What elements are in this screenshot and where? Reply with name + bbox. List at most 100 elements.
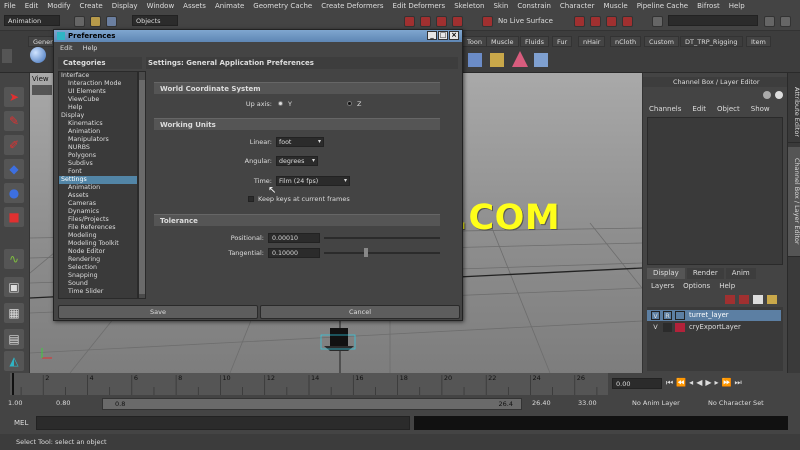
tangential-field[interactable]: 0.10000 [268, 248, 320, 258]
category-item[interactable]: ViewCube [59, 96, 137, 104]
menu-pipeline-cache[interactable]: Pipeline Cache [637, 2, 688, 10]
category-item[interactable]: Settings [59, 176, 137, 184]
character-set-dropdown[interactable]: No Character Set [708, 399, 764, 407]
shelf-tab-dt-trp-rigging[interactable]: DT_TRP_Rigging [680, 36, 743, 47]
category-item[interactable]: Help [59, 104, 137, 112]
select-tool-icon[interactable]: ➤ [4, 87, 24, 107]
shelf-tool-icon[interactable] [490, 53, 504, 67]
current-time-marker[interactable] [12, 373, 14, 395]
new-layer-selected-icon[interactable] [739, 295, 749, 304]
tab-anim[interactable]: Anim [725, 268, 756, 279]
snap-grid-icon[interactable] [404, 16, 415, 27]
step-back-frame-icon[interactable]: ◂ [689, 378, 693, 388]
snap-point-icon[interactable] [436, 16, 447, 27]
tab-display[interactable]: Display [647, 268, 685, 279]
menu-file[interactable]: File [4, 2, 16, 10]
hypershade-icon[interactable] [622, 16, 633, 27]
menu-muscle[interactable]: Muscle [603, 2, 627, 10]
layers-menu[interactable]: Layers [651, 282, 674, 290]
category-item[interactable]: Subdivs [59, 160, 137, 168]
category-item[interactable]: Animation [59, 184, 137, 192]
save-button[interactable]: Save [58, 305, 258, 319]
menu-skin[interactable]: Skin [493, 2, 508, 10]
end-time-field[interactable]: 33.00 [578, 399, 597, 407]
layer-color-swatch[interactable] [675, 311, 685, 320]
play-back-icon[interactable]: ◀ [696, 378, 702, 388]
tangential-slider-handle[interactable] [364, 248, 368, 257]
minimize-icon[interactable]: _ [427, 31, 437, 40]
category-item[interactable]: Kinematics [59, 120, 137, 128]
working-units-section[interactable]: Working Units [154, 118, 440, 130]
channel-box-toggle-icon[interactable] [780, 16, 791, 27]
open-scene-icon[interactable] [90, 16, 101, 27]
render-settings-icon[interactable] [606, 16, 617, 27]
shelf-tab-custom[interactable]: Custom [644, 36, 679, 47]
mel-label[interactable]: MEL [14, 419, 28, 427]
tolerance-section[interactable]: Tolerance [154, 214, 440, 226]
menu-window[interactable]: Window [147, 2, 175, 10]
menu-edit-deformers[interactable]: Edit Deformers [393, 2, 446, 10]
help-menu[interactable]: Help [719, 282, 735, 290]
shelf-tool-icon[interactable] [468, 53, 482, 67]
menu-constrain[interactable]: Constrain [517, 2, 551, 10]
play-forward-icon[interactable]: ▶ [705, 378, 711, 388]
category-item[interactable]: NURBS [59, 144, 137, 152]
maximize-icon[interactable]: □ [438, 31, 448, 40]
up-axis-z-radio[interactable] [347, 101, 352, 106]
command-input[interactable] [36, 416, 410, 430]
menu-geometry-cache[interactable]: Geometry Cache [253, 2, 312, 10]
category-item[interactable]: Cameras [59, 200, 137, 208]
sidebar-toggle-icon[interactable] [764, 16, 775, 27]
positional-slider[interactable] [324, 237, 440, 239]
category-item[interactable]: Interface [59, 72, 137, 80]
prefs-help-menu[interactable]: Help [83, 44, 98, 52]
menu-display[interactable]: Display [112, 2, 138, 10]
positional-field[interactable]: 0.00010 [268, 233, 320, 243]
layout-four-icon[interactable]: ▦ [4, 303, 24, 323]
channels-menu[interactable]: Channels [649, 105, 681, 113]
shelf-tab-ncloth[interactable]: nCloth [610, 36, 642, 47]
go-to-end-icon[interactable]: ⏭ [734, 378, 741, 388]
shelf-tab-nhair[interactable]: nHair [578, 36, 606, 47]
playback-end-field[interactable]: 26.40 [532, 399, 551, 407]
category-item[interactable]: Rendering [59, 256, 137, 264]
turret-model[interactable] [320, 328, 356, 351]
snap-curve-icon[interactable] [420, 16, 431, 27]
category-item[interactable]: File References [59, 224, 137, 232]
paint-select-icon[interactable]: ✐ [4, 135, 24, 155]
shelf-cone-icon[interactable] [512, 51, 528, 67]
layer-row-cryexport[interactable]: V cryExportLayer [647, 322, 781, 333]
menu-character[interactable]: Character [560, 2, 595, 10]
current-frame-field[interactable]: 0.00 [612, 378, 662, 389]
tab-channel-box-layer-editor[interactable]: Channel Box / Layer Editor [788, 147, 800, 257]
viewport-menu-view[interactable]: View [32, 75, 49, 83]
layer-color-swatch[interactable] [675, 323, 685, 332]
new-scene-icon[interactable] [74, 16, 85, 27]
up-axis-y-radio[interactable] [278, 101, 283, 106]
category-item[interactable]: Interaction Mode [59, 80, 137, 88]
rotate-tool-icon[interactable]: ● [4, 183, 24, 203]
menu-animate[interactable]: Animate [215, 2, 244, 10]
name-field[interactable] [668, 15, 758, 26]
shelf-tab-fur[interactable]: Fur [552, 36, 573, 47]
time-dropdown[interactable]: Film (24 fps) ▾ [276, 176, 350, 186]
show-menu[interactable]: Show [751, 105, 770, 113]
polysphere-icon[interactable] [30, 47, 46, 63]
angular-dropdown[interactable]: degrees ▾ [276, 156, 318, 166]
input-mode-icon[interactable] [652, 16, 663, 27]
shelf-tab-fluids[interactable]: Fluids [520, 36, 549, 47]
category-item[interactable]: Polygons [59, 152, 137, 160]
category-item[interactable]: Assets [59, 192, 137, 200]
options-menu[interactable]: Options [683, 282, 710, 290]
magnet-icon[interactable] [482, 16, 493, 27]
tangential-slider[interactable] [324, 252, 440, 254]
shelf-tool-icon[interactable] [534, 53, 548, 67]
layer-options-icon[interactable] [753, 295, 763, 304]
layer-visibility[interactable]: V [651, 323, 660, 332]
linear-dropdown[interactable]: foot ▾ [276, 137, 324, 147]
new-layer-icon[interactable] [725, 295, 735, 304]
layer-reference[interactable]: R [663, 311, 672, 320]
save-scene-icon[interactable] [106, 16, 117, 27]
world-coordinate-section[interactable]: World Coordinate System [154, 82, 440, 94]
menu-bifrost[interactable]: Bifrost [697, 2, 720, 10]
